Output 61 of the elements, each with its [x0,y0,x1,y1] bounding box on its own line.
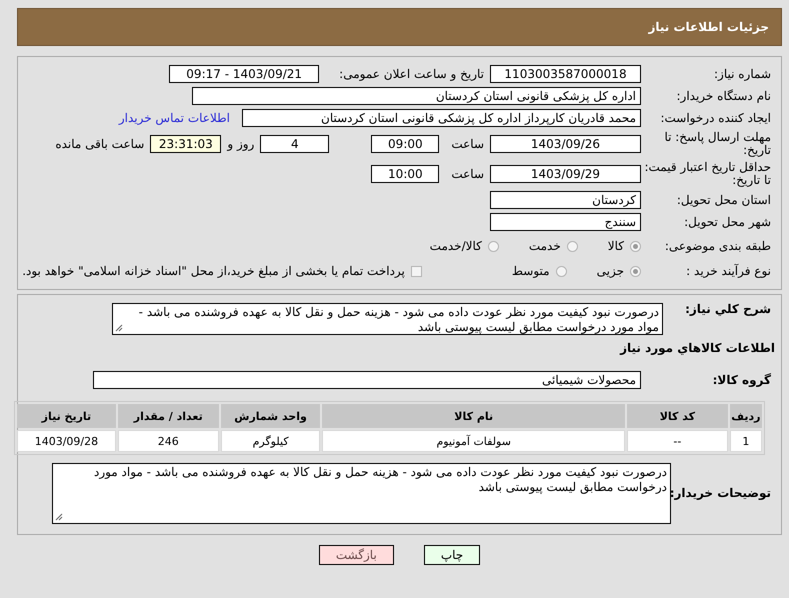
time-label: ساعت [451,167,484,181]
field-label: طبقه بندی موضوعی: [664,240,772,252]
contact-link[interactable]: اطلاعات تماس خریدار [118,111,230,125]
table-cell: سولفات آمونیوم [322,430,625,452]
requester-field: محمد قادریان کارپرداز اداره کل پزشکی قانونی استان کردستان [242,109,641,127]
announce-date-field: 1403/09/21 - 09:17 [169,65,320,83]
days-field: 4 [260,135,330,153]
need-number-field: 1103003587000018 [490,65,641,83]
field-label: شماره نیاز: [713,68,772,80]
table-cell: -- [626,430,728,452]
province-field: کردستان [490,191,641,209]
reply-date-field: 1403/09/26 [490,135,641,153]
reply-time-field: 09:00 [371,135,440,153]
field-label: حداقل تاریخ اعتبار قیمت: تا تاریخ: [643,161,772,187]
validity-date-field: 1403/09/29 [490,165,641,183]
column-header: تاریخ نیاز [17,404,116,428]
buyer-notes-field[interactable]: درصورت نبود کیفیت مورد نظر عودت داده می شود - هزینه حمل و نقل کالا به عهده فروشنده می باشد - مواد مورد درخواست مطابق لیست پیوستی باشد [52,463,671,524]
field-label: مهلت ارسال پاسخ: تا تاریخ: [663,131,772,157]
option-label: کالا [608,239,624,253]
table-cell: کیلوگرم [220,430,320,452]
days-label: روز و [227,137,254,151]
radio-button[interactable] [566,240,578,252]
column-header: کد کالا [626,404,728,428]
field-label: استان محل تحویل: [676,194,772,206]
goods-group-field: محصولات شیمیائی [93,371,641,389]
option-label: کالا/خدمت [430,239,482,253]
validity-time-field: 10:00 [371,165,440,183]
column-header: تعداد / مقدار [118,404,219,428]
back-button[interactable]: بازگشت [318,545,394,565]
option-label: خدمت [528,239,561,253]
field-label: ایجاد کننده درخواست: [659,112,772,124]
radio-button[interactable] [630,240,641,252]
resize-handle-icon[interactable] [115,324,123,332]
remaining-time-field: 23:31:03 [150,135,222,153]
field-label: گروه کالا: [712,374,772,386]
field-label: نام دستگاه خریدار: [676,90,772,102]
column-header: نام کالا [322,404,625,428]
radio-button[interactable] [488,240,499,252]
section-heading: اطلاعات کالاهاي مورد نياز [618,341,776,355]
remaining-label: ساعت باقی مانده [55,137,144,151]
description-field[interactable]: درصورت نبود کیفیت مورد نظر عودت داده می شود - هزینه حمل و نقل کالا به عهده فروشنده می باشد - مواد مورد درخواست مطابق لیست پیوستی باشد [112,303,663,335]
field-label: نوع فرآیند خرید : [685,264,772,278]
page-title: جزئیات اطلاعات نیاز [648,20,769,34]
radio-button[interactable] [630,266,641,276]
resize-handle-icon[interactable] [55,513,63,521]
field-label: تاریخ و ساعت اعلان عمومی: [339,67,484,81]
checkbox[interactable] [410,266,422,276]
city-field: سنندج [490,213,641,231]
treasury-note: پرداخت تمام یا بخشی از مبلغ خرید،از محل "اسناد خزانه اسلامی" خواهد بود. [22,264,405,278]
column-header: ردیف [730,404,762,428]
table-cell: 1403/09/28 [17,430,116,452]
print-button[interactable]: چاپ [424,545,480,565]
column-header: واحد شمارش [220,404,320,428]
radio-button[interactable] [556,266,567,276]
field-label: شهر محل تحویل: [683,216,772,228]
table-cell: 246 [118,430,219,452]
table-cell: 1 [730,430,762,452]
buyer-org-field: اداره کل پزشکی قانونی استان کردستان [192,87,641,105]
time-label: ساعت [451,137,484,151]
option-label: متوسط [512,264,550,278]
option-label: جزیی [596,264,624,278]
